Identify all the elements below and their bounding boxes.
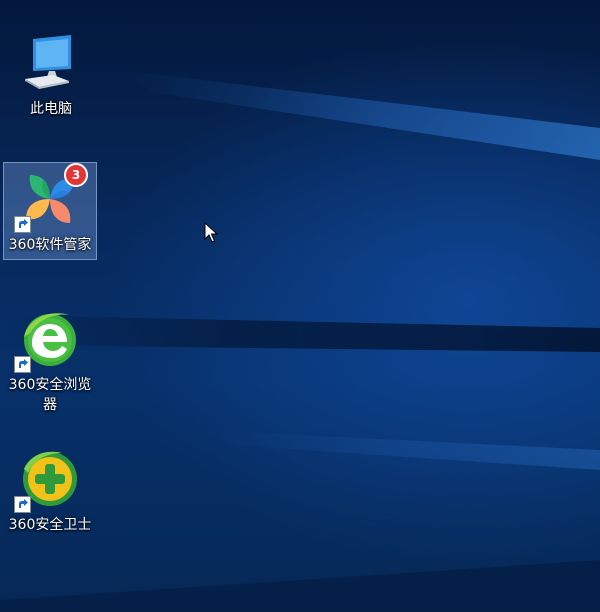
desktop-icon-label: 360安全卫士 [8,517,92,533]
computer-icon [19,31,83,95]
shortcut-arrow-icon [14,356,31,373]
desktop-icon-label: 360安全浏览器 [8,377,92,413]
desktop-icon-360-secure-browser[interactable]: 360安全浏览器 [3,302,97,420]
desktop-icon-label: 此电脑 [30,101,72,117]
desktop-icon-360-total-security[interactable]: 360安全卫士 [3,442,97,540]
360-browser-icon [14,307,82,373]
desktop[interactable]: 此电脑 3 360软件管家 360安全浏览器 360安全卫士 [0,0,600,612]
desktop-icon-360-software-manager[interactable]: 3 360软件管家 [3,162,97,260]
desktop-icon-label: 360软件管家 [8,237,92,253]
mouse-cursor-icon [204,222,218,243]
360-software-manager-icon: 3 [14,163,88,233]
360-security-icon [14,447,82,513]
notification-badge: 3 [64,163,88,187]
desktop-icon-this-pc[interactable]: 此电脑 [4,26,98,124]
shortcut-arrow-icon [14,216,31,233]
shortcut-arrow-icon [14,496,31,513]
